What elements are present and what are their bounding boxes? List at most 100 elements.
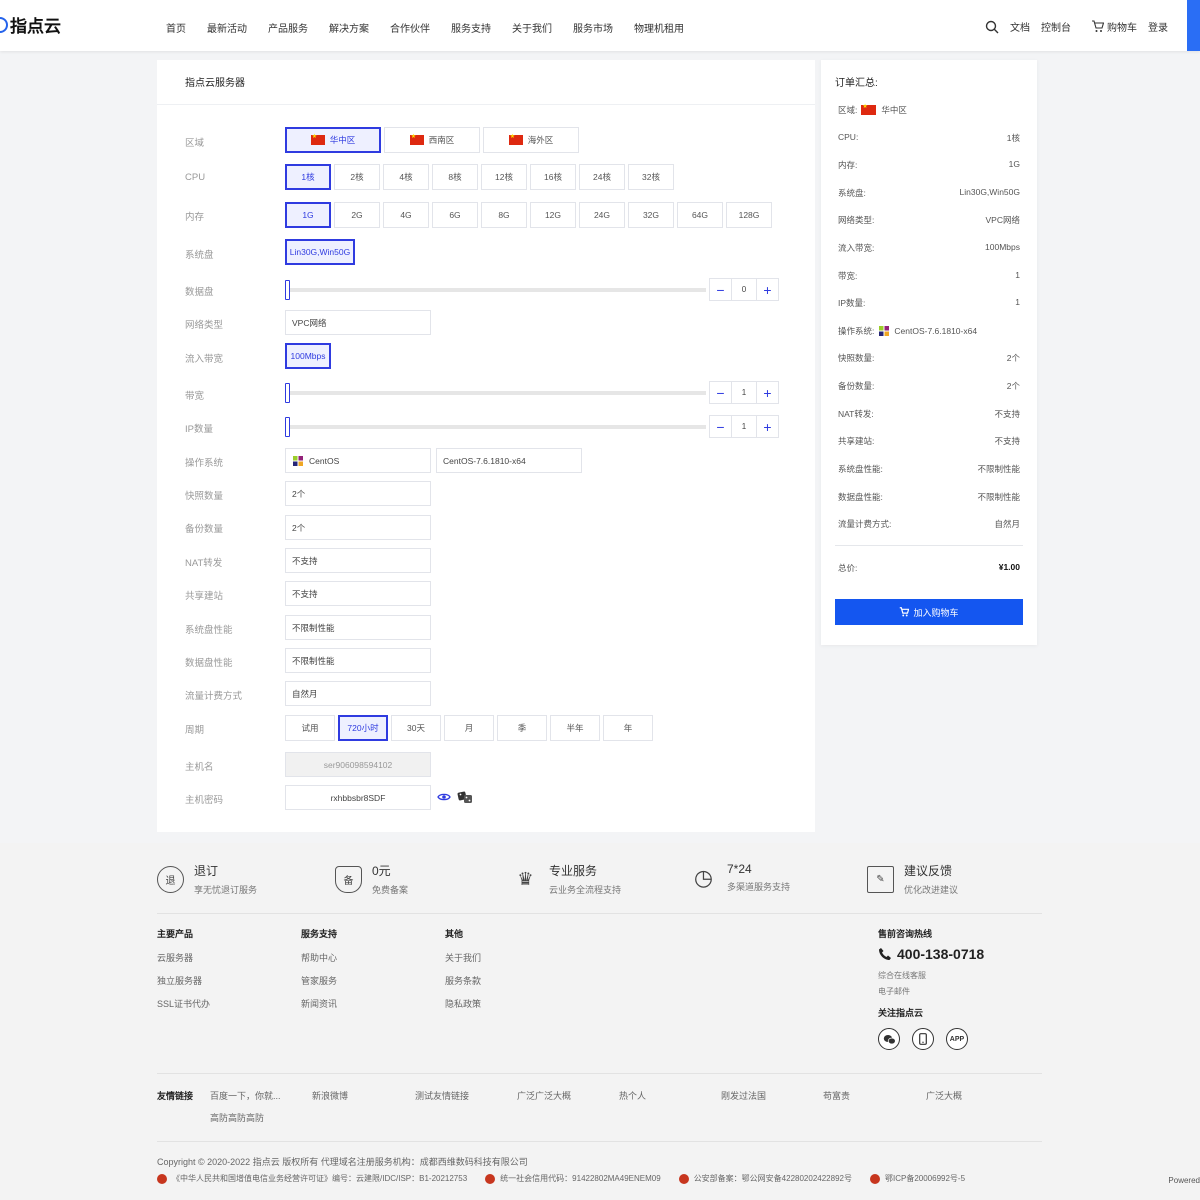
console-link[interactable]: 控制台	[1041, 19, 1071, 34]
nav-item-market[interactable]: 服务市场	[573, 20, 613, 35]
nav-item-solutions[interactable]: 解决方案	[329, 20, 369, 35]
footer-link[interactable]: SSL证书代办	[157, 997, 210, 1010]
period-option[interactable]: 30天	[391, 715, 441, 741]
footer-link[interactable]: 关于我们	[445, 951, 481, 964]
bw-value[interactable]: 1	[732, 381, 756, 404]
footer-link[interactable]: 云服务器	[157, 951, 210, 964]
snap-field[interactable]: 2个	[285, 481, 431, 506]
datadisk-slider[interactable]	[285, 280, 706, 300]
datadisk-value[interactable]: 0	[732, 278, 756, 301]
footer-link[interactable]: 独立服务器	[157, 974, 210, 987]
license-item[interactable]: 公安部备案：鄂公网安备42280202422892号	[678, 1173, 852, 1184]
cpu-option[interactable]: 24核	[579, 164, 625, 190]
period-option[interactable]: 季	[497, 715, 547, 741]
bw-slider[interactable]	[285, 383, 706, 403]
mem-option[interactable]: 12G	[530, 202, 576, 228]
mem-option[interactable]: 1G	[285, 202, 331, 228]
cpu-option[interactable]: 4核	[383, 164, 429, 190]
app-icon[interactable]: APP	[946, 1028, 968, 1050]
os-version-select[interactable]: CentOS-7.6.1810-x64	[436, 448, 582, 473]
friend-link[interactable]: 广泛大概	[926, 1089, 962, 1102]
mobile-icon[interactable]	[912, 1028, 934, 1050]
friend-link[interactable]: 热个人	[619, 1089, 646, 1102]
nettype-field[interactable]: VPC网络	[285, 310, 431, 335]
nav-item-support[interactable]: 服务支持	[451, 20, 491, 35]
region-option-overseas[interactable]: 海外区	[483, 127, 579, 153]
friend-link[interactable]: 广泛广泛大概	[517, 1089, 571, 1102]
nav-item-about[interactable]: 关于我们	[512, 20, 552, 35]
side-float-bar[interactable]	[1187, 0, 1200, 51]
slider-handle[interactable]	[285, 280, 290, 300]
nav-item-partners[interactable]: 合作伙伴	[390, 20, 430, 35]
friend-link[interactable]: 百度一下，你就...	[210, 1089, 281, 1102]
period-option[interactable]: 720小时	[338, 715, 388, 741]
dice-icon[interactable]	[457, 791, 473, 804]
password-field[interactable]: rxhbbsbr8SDF	[285, 785, 431, 810]
nav-item-products[interactable]: 产品服务	[268, 20, 308, 35]
plus-button[interactable]: +	[756, 278, 779, 301]
slider-handle[interactable]	[285, 383, 290, 403]
email-link[interactable]: 电子邮件	[878, 986, 984, 997]
cpu-option[interactable]: 12核	[481, 164, 527, 190]
mem-option[interactable]: 24G	[579, 202, 625, 228]
docs-link[interactable]: 文档	[1010, 19, 1030, 34]
add-to-cart-button[interactable]: 加入购物车	[835, 599, 1023, 625]
license-item[interactable]: 《中华人民共和国增值电信业务经营许可证》编号：云建限/IDC/ISP：B1-20…	[157, 1173, 467, 1184]
mem-option[interactable]: 8G	[481, 202, 527, 228]
friend-link[interactable]: 测试友情链接	[415, 1089, 469, 1102]
cpu-option[interactable]: 16核	[530, 164, 576, 190]
cpu-option[interactable]: 1核	[285, 164, 331, 190]
billing-field[interactable]: 自然月	[285, 681, 431, 706]
share-field[interactable]: 不支持	[285, 581, 431, 606]
inbw-option[interactable]: 100Mbps	[285, 343, 331, 369]
dataperf-field[interactable]: 不限制性能	[285, 648, 431, 673]
minus-button[interactable]: −	[709, 381, 732, 404]
ip-slider[interactable]	[285, 417, 706, 437]
mem-option[interactable]: 4G	[383, 202, 429, 228]
login-link[interactable]: 登录	[1148, 19, 1168, 34]
cpu-option[interactable]: 2核	[334, 164, 380, 190]
plus-button[interactable]: +	[756, 415, 779, 438]
footer-link[interactable]: 管家服务	[301, 974, 337, 987]
wechat-icon[interactable]	[878, 1028, 900, 1050]
slider-handle[interactable]	[285, 417, 290, 437]
sysperf-field[interactable]: 不限制性能	[285, 615, 431, 640]
period-option[interactable]: 试用	[285, 715, 335, 741]
mem-option[interactable]: 2G	[334, 202, 380, 228]
plus-button[interactable]: +	[756, 381, 779, 404]
nav-item-physical[interactable]: 物理机租用	[634, 20, 684, 35]
friend-link[interactable]: 新浪微博	[312, 1089, 348, 1102]
nav-item-activities[interactable]: 最新活动	[207, 20, 247, 35]
ip-value[interactable]: 1	[732, 415, 756, 438]
cpu-option[interactable]: 32核	[628, 164, 674, 190]
period-option[interactable]: 月	[444, 715, 494, 741]
mem-option[interactable]: 6G	[432, 202, 478, 228]
friend-link[interactable]: 高防高防高防	[210, 1111, 264, 1124]
footer-link[interactable]: 新闻资讯	[301, 997, 337, 1010]
footer-link[interactable]: 帮助中心	[301, 951, 337, 964]
friend-link[interactable]: 苟富贵	[823, 1089, 850, 1102]
eye-icon[interactable]	[437, 791, 451, 803]
region-option-huazhong[interactable]: 华中区	[285, 127, 381, 153]
cart-icon[interactable]	[1091, 20, 1104, 33]
online-service-link[interactable]: 综合在线客服	[878, 970, 984, 981]
logo[interactable]: 指点云	[0, 12, 61, 37]
sysdisk-option[interactable]: Lin30G,Win50G	[285, 239, 355, 265]
mem-option[interactable]: 128G	[726, 202, 772, 228]
mem-option[interactable]: 64G	[677, 202, 723, 228]
license-item[interactable]: 统一社会信用代码：91422802MA49ENEM09	[485, 1173, 661, 1184]
nav-item-home[interactable]: 首页	[166, 20, 186, 35]
nat-field[interactable]: 不支持	[285, 548, 431, 573]
os-select[interactable]: CentOS	[285, 448, 431, 473]
footer-link[interactable]: 隐私政策	[445, 997, 481, 1010]
search-icon[interactable]	[985, 20, 999, 34]
period-option[interactable]: 年	[603, 715, 653, 741]
backup-field[interactable]: 2个	[285, 515, 431, 540]
cpu-option[interactable]: 8核	[432, 164, 478, 190]
friend-link[interactable]: 刚发过法国	[721, 1089, 766, 1102]
cart-link[interactable]: 购物车	[1107, 19, 1137, 34]
mem-option[interactable]: 32G	[628, 202, 674, 228]
footer-link[interactable]: 服务条款	[445, 974, 481, 987]
period-option[interactable]: 半年	[550, 715, 600, 741]
minus-button[interactable]: −	[709, 415, 732, 438]
